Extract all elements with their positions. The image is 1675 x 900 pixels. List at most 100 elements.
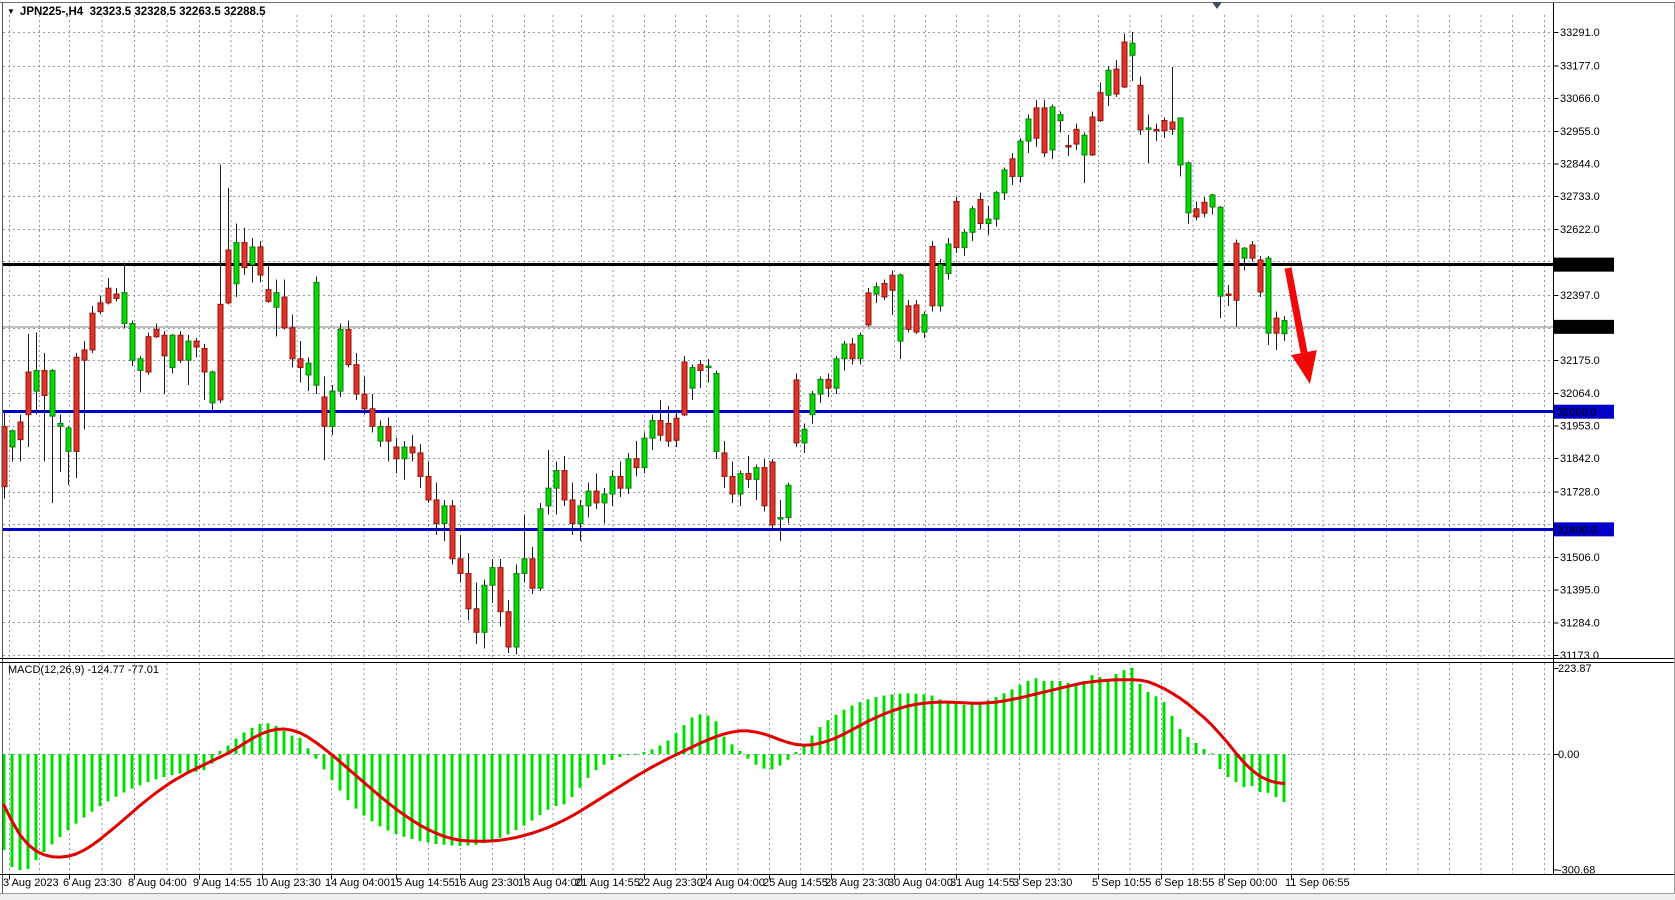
macd-histogram-bar [915,694,918,754]
price-marker-label: 31600.0 [1557,524,1597,536]
macd-histogram-bar [11,754,14,867]
candle-body-bear [42,371,47,396]
macd-histogram-bar [907,693,910,754]
macd-histogram-bar [115,754,118,797]
macd-histogram-bar [59,754,62,837]
candle-body-bear [1010,159,1015,177]
macd-histogram-bar [1203,749,1206,754]
time-axis-label: 3 Aug 2023 [3,877,59,889]
candle-body-bear [1098,93,1103,121]
macd-histogram-bar [163,754,166,777]
candle-body-bear [498,568,503,612]
candle-body-bull [338,329,343,391]
candle-body-bull [586,491,591,506]
candle-body-bear [410,447,415,453]
candle-body-bear [154,329,159,336]
macd-histogram-bar [1107,679,1110,754]
price-axis-tick-label: 32064.0 [1560,388,1600,400]
macd-histogram-bar [1267,754,1270,793]
candle-body-bear [434,500,439,524]
macd-histogram-bar [259,724,262,754]
candle-body-bull [1146,128,1151,130]
macd-histogram-bar [1155,696,1158,754]
candle-body-bull [986,219,991,223]
candle-body-bull [1058,115,1063,121]
candle-body-bear [146,337,151,372]
macd-histogram-bar [1059,681,1062,754]
price-axis-tick-label: 32622.0 [1560,224,1600,236]
candle-body-bear [1162,121,1167,131]
quote-dropdown-icon[interactable]: ▼ [7,7,15,16]
candle-body-bull [610,476,615,494]
candle-body-bear [194,341,199,347]
candle-body-bull [858,335,863,359]
candle-body-bear [1170,122,1175,129]
candle-body-bear [618,476,623,488]
candle-body-bear [906,306,911,330]
macd-histogram-bar [643,752,646,754]
candle-body-bull [754,468,759,480]
candle-body-bull [962,232,967,247]
candle-body-bull [514,573,519,647]
chart-canvas[interactable]: 33291.033177.033066.032955.032844.032733… [0,0,1675,900]
macd-histogram-bar [891,694,894,754]
macd-histogram-bar [731,744,734,754]
candle-body-bull [626,459,631,488]
macd-histogram-bar [747,754,750,759]
candle-body-bear [362,394,367,409]
candle-body-bull [186,341,191,360]
candle-body-bear [82,350,87,360]
macd-histogram-bar [83,754,86,817]
macd-histogram-bar [755,754,758,765]
candle-body-bear [850,344,855,359]
candle-body-bear [282,297,287,328]
macd-histogram-bar [1179,729,1182,754]
price-axis-tick-label: 31173.0 [1560,650,1599,662]
price-axis-tick-label: 31506.0 [1560,552,1600,564]
macd-histogram-bar [531,754,534,821]
candle-body-bear [370,409,375,427]
candle-body-bull [938,265,943,306]
macd-histogram-bar [147,754,150,782]
macd-histogram-bar [507,754,510,834]
candle-body-bear [594,491,599,503]
candle-body-bear [570,500,575,524]
time-axis-label: 11 Sep 06:55 [1285,877,1350,889]
price-axis-tick-label: 31284.0 [1560,617,1600,629]
macd-histogram-bar [379,754,382,826]
candle-body-bull [402,447,407,459]
candle-body-bull [66,428,71,452]
macd-histogram-bar [1163,702,1166,754]
candle-body-bear [266,290,271,302]
macd-histogram-bar [299,738,302,754]
time-axis-label: 24 Aug 04:00 [700,877,765,889]
time-axis-label: 30 Aug 04:00 [888,877,953,889]
macd-histogram-bar [579,754,582,788]
time-axis-label: 9 Aug 14:55 [193,877,252,889]
candle-body-bear [682,362,687,415]
macd-histogram-bar [395,754,398,834]
time-axis-label: 22 Aug 23:30 [638,877,703,889]
time-axis-label: 16 Aug 23:30 [454,877,519,889]
macd-axis-tick-label: 223.87 [1558,663,1592,675]
macd-histogram-bar [1139,684,1142,754]
candle-body-bear [1226,294,1231,296]
candle-body-bull [818,379,823,394]
candle-body-bear [178,335,183,360]
macd-histogram-bar [131,754,134,789]
macd-histogram-bar [651,749,654,754]
macd-histogram-bar [619,754,622,757]
window-bottom-strip [0,894,1675,900]
macd-histogram-bar [955,704,958,754]
macd-histogram-bar [1083,681,1086,754]
price-axis-tick-label: 31842.0 [1560,453,1600,465]
macd-histogram-bar [883,696,886,754]
candle-body-bear [18,422,23,440]
candle-body-bull [490,568,495,586]
macd-histogram-bar [971,704,974,754]
macd-histogram-bar [587,754,590,778]
candle-body-bear [890,275,895,290]
macd-histogram-bar [555,754,558,806]
macd-histogram-bar [827,720,830,754]
macd-histogram-bar [459,754,462,846]
